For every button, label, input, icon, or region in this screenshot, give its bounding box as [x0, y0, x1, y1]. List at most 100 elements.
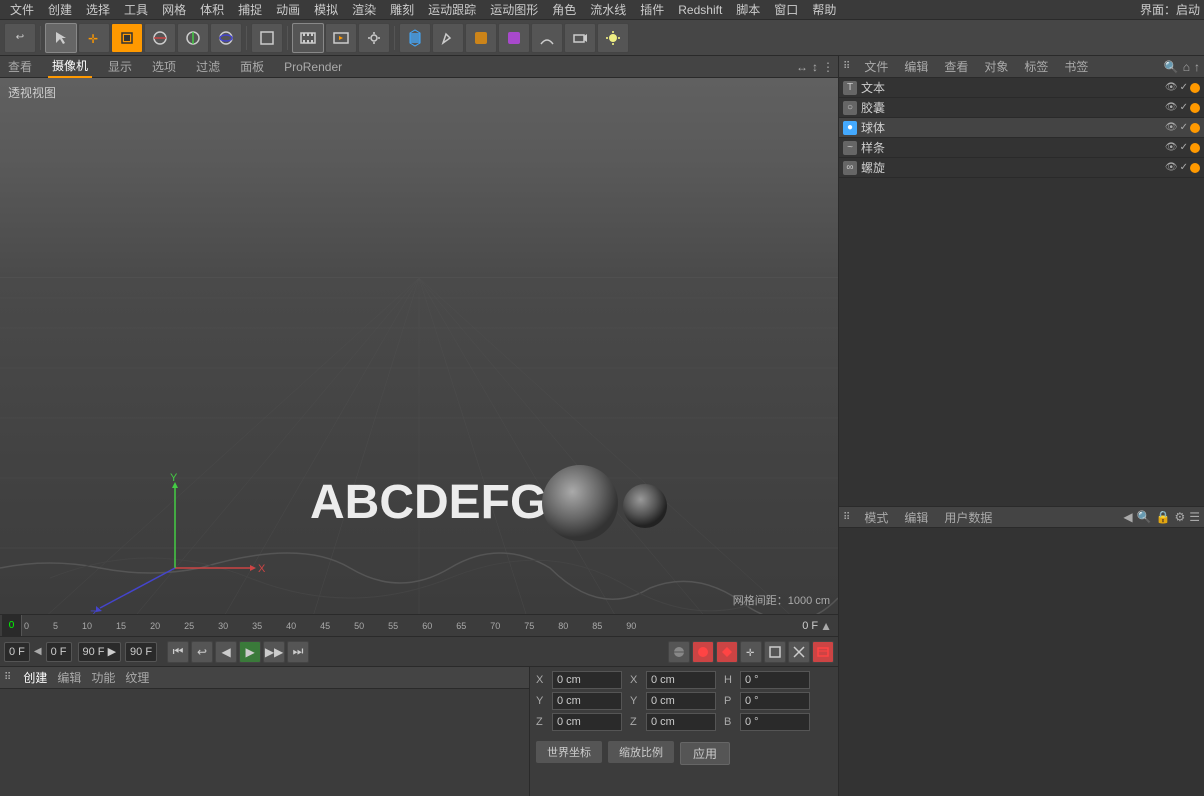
toolbar-scale-btn[interactable]: [111, 23, 143, 53]
toolbar-transform-btn[interactable]: [251, 23, 283, 53]
attr-arrow-icon[interactable]: ◀: [1123, 510, 1132, 524]
y-pos-field[interactable]: 0 cm: [552, 692, 622, 710]
jump-end-btn[interactable]: ⏭: [287, 641, 309, 663]
bottom-tab-edit[interactable]: 编辑: [57, 669, 81, 686]
right-up-icon[interactable]: ↑: [1194, 60, 1200, 74]
menu-plugin[interactable]: 插件: [634, 0, 670, 19]
toolbar-rotate-y-btn[interactable]: [177, 23, 209, 53]
x-scale-field[interactable]: 0 cm: [646, 671, 716, 689]
object-row-capsule[interactable]: ○ 胶囊 👁 ✓: [839, 98, 1204, 118]
toolbar-render2-btn[interactable]: [325, 23, 357, 53]
menu-volume[interactable]: 体积: [194, 0, 230, 19]
attr-settings-icon[interactable]: ⚙: [1174, 510, 1185, 524]
toolbar-scene-btn[interactable]: [531, 23, 563, 53]
obj-vis-icon-c1[interactable]: 👁: [1165, 102, 1178, 113]
attr-search-icon[interactable]: 🔍: [1137, 510, 1152, 524]
object-row-helix[interactable]: ∞ 螺旋 👁 ✓: [839, 158, 1204, 178]
menu-redshift[interactable]: Redshift: [672, 2, 728, 18]
viewport-fullscreen-icon[interactable]: ↕: [812, 60, 818, 74]
toolbar-light-btn[interactable]: [597, 23, 629, 53]
record-btn[interactable]: [668, 641, 690, 663]
move-key-btn[interactable]: ✛: [740, 641, 762, 663]
bottom-tab-texture[interactable]: 纹理: [125, 669, 149, 686]
viewport-tab-display[interactable]: 显示: [104, 56, 136, 77]
keyframe-extra-btn[interactable]: [788, 641, 810, 663]
toolbar-rotate-x-btn[interactable]: [144, 23, 176, 53]
prev-frame-btn[interactable]: ◀: [215, 641, 237, 663]
attr-tab-mode[interactable]: 模式: [860, 507, 892, 528]
viewport-tab-panel[interactable]: 面板: [236, 56, 268, 77]
obj-vis-icon-sp1[interactable]: 👁: [1165, 142, 1178, 153]
apply-btn[interactable]: 应用: [680, 742, 730, 765]
right-home-icon[interactable]: ⌂: [1183, 60, 1190, 74]
b-field[interactable]: 0 °: [740, 713, 810, 731]
scale-key-btn[interactable]: [764, 641, 786, 663]
obj-vis-icon-sp2[interactable]: ✓: [1180, 142, 1188, 153]
transport-frame4[interactable]: 90 F: [125, 642, 157, 662]
world-coord-btn[interactable]: 世界坐标: [536, 741, 602, 763]
prev-key-btn[interactable]: ↩: [191, 641, 213, 663]
viewport[interactable]: X Y Z ABCDEFG 透视视图 网格间距：1000 cm: [0, 78, 838, 614]
viewport-tab-filter[interactable]: 过滤: [192, 56, 224, 77]
obj-vis-icon-c2[interactable]: ✓: [1180, 102, 1188, 113]
x-pos-field[interactable]: 0 cm: [552, 671, 622, 689]
auto-key-btn[interactable]: [692, 641, 714, 663]
object-row-spline[interactable]: ~ 样条 👁 ✓: [839, 138, 1204, 158]
right-tab-object[interactable]: 对象: [980, 56, 1012, 77]
toolbar-camera-btn[interactable]: [564, 23, 596, 53]
toolbar-deform-btn[interactable]: [498, 23, 530, 53]
attr-tab-edit[interactable]: 编辑: [900, 507, 932, 528]
viewport-tab-options[interactable]: 选项: [148, 56, 180, 77]
obj-vis-icon-2[interactable]: ✓: [1180, 82, 1188, 93]
right-search-icon[interactable]: 🔍: [1164, 60, 1179, 74]
menu-sculpt[interactable]: 雕刻: [384, 0, 420, 19]
toolbar-settings-btn[interactable]: [358, 23, 390, 53]
obj-vis-icon-h1[interactable]: 👁: [1165, 162, 1178, 173]
viewport-tab-camera[interactable]: 摄像机: [48, 55, 92, 78]
menu-mesh[interactable]: 网格: [156, 0, 192, 19]
z-scale-field[interactable]: 0 cm: [646, 713, 716, 731]
h-field[interactable]: 0 °: [740, 671, 810, 689]
object-row-sphere[interactable]: ● 球体 👁 ✓: [839, 118, 1204, 138]
bottom-tab-function[interactable]: 功能: [91, 669, 115, 686]
menu-tools[interactable]: 工具: [118, 0, 154, 19]
toolbar-cube-btn[interactable]: [399, 23, 431, 53]
toolbar-pen-btn[interactable]: [432, 23, 464, 53]
jump-start-btn[interactable]: ⏮: [167, 641, 189, 663]
scale-mode-btn[interactable]: 缩放比例: [608, 741, 674, 763]
toolbar-select-btn[interactable]: [45, 23, 77, 53]
attr-menu-icon[interactable]: ☰: [1189, 510, 1200, 524]
toolbar-rotate-z-btn[interactable]: [210, 23, 242, 53]
viewport-tab-prorender[interactable]: ProRender: [280, 58, 346, 76]
right-tab-tag[interactable]: 标签: [1020, 56, 1052, 77]
menu-motion-track[interactable]: 运动跟踪: [422, 0, 482, 19]
z-pos-field[interactable]: 0 cm: [552, 713, 622, 731]
right-tab-file[interactable]: 文件: [860, 56, 892, 77]
y-scale-field[interactable]: 0 cm: [646, 692, 716, 710]
right-tab-view[interactable]: 查看: [940, 56, 972, 77]
menu-file[interactable]: 文件: [4, 0, 40, 19]
attr-lock-icon[interactable]: 🔒: [1156, 510, 1171, 524]
obj-vis-icon-h2[interactable]: ✓: [1180, 162, 1188, 173]
object-row-text[interactable]: T 文本 👁 ✓: [839, 78, 1204, 98]
bottom-tab-create[interactable]: 创建: [23, 669, 47, 686]
viewport-lock-icon[interactable]: ↔: [796, 60, 808, 74]
menu-render[interactable]: 渲染: [346, 0, 382, 19]
keyframe-btn[interactable]: [716, 641, 738, 663]
menu-window[interactable]: 窗口: [768, 0, 804, 19]
next-frame-btn[interactable]: ▶▶: [263, 641, 285, 663]
viewport-tab-view[interactable]: 查看: [4, 56, 36, 77]
transport-frame2[interactable]: 0 F: [46, 642, 72, 662]
toolbar-undo-btn[interactable]: ↩: [4, 23, 36, 53]
menu-create[interactable]: 创建: [42, 0, 78, 19]
menu-anim[interactable]: 动画: [270, 0, 306, 19]
menu-select[interactable]: 选择: [80, 0, 116, 19]
timeline-ruler[interactable]: 0 5 10 15 20 25 30 35 40 45 50 55 60 65 …: [22, 615, 798, 636]
menu-simulate[interactable]: 模拟: [308, 0, 344, 19]
toolbar-film-btn[interactable]: [292, 23, 324, 53]
right-tab-edit[interactable]: 编辑: [900, 56, 932, 77]
menu-script[interactable]: 脚本: [730, 0, 766, 19]
timeline-expand-icon[interactable]: ▲: [820, 619, 832, 633]
attr-tab-userdata[interactable]: 用户数据: [940, 507, 996, 528]
obj-vis-icon-s2[interactable]: ✓: [1180, 122, 1188, 133]
